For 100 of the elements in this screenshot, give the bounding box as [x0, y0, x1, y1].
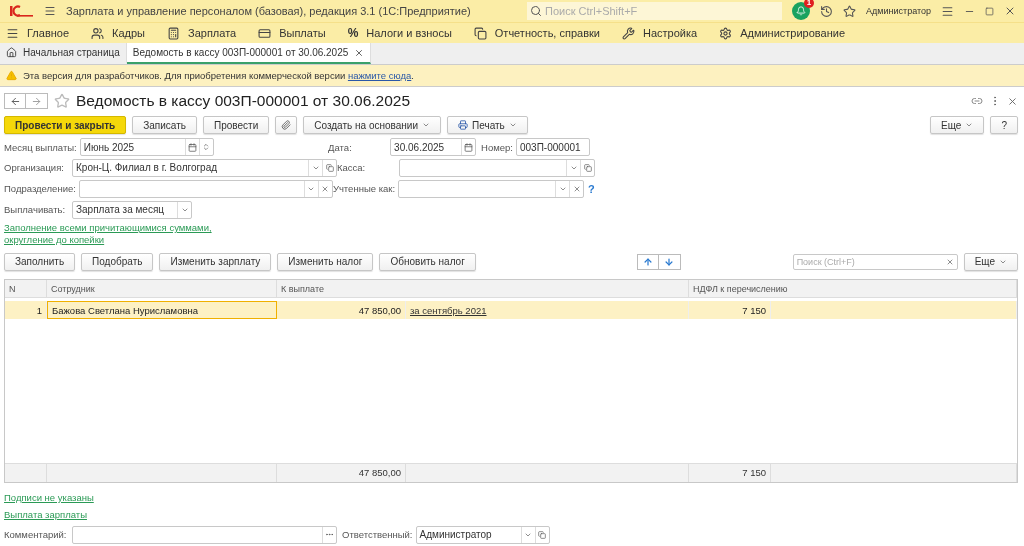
input-field[interactable]: 30.06.2025	[390, 138, 477, 157]
field-label: Касса:	[337, 162, 367, 174]
document-title: Ведомость в кассу 003П-000001 от 30.06.2025	[76, 92, 412, 111]
more-button[interactable]: Еще	[963, 252, 1018, 271]
help-button[interactable]: ?	[990, 116, 1018, 135]
clear-icon[interactable]	[572, 184, 581, 193]
gear-icon	[719, 26, 733, 40]
section-link[interactable]: Выплаты	[258, 26, 326, 40]
period-link[interactable]: за сентябрь 2021	[410, 304, 487, 316]
section-link[interactable]: Главное	[6, 26, 70, 40]
footer-link[interactable]: Выплата зарплаты	[4, 509, 87, 521]
open-icon[interactable]	[538, 530, 546, 539]
input-field[interactable]	[398, 179, 585, 198]
input-field[interactable]	[78, 179, 333, 198]
fill-link[interactable]: Заполнение всеми причитающимися суммами, округление до копейки	[4, 222, 254, 247]
input-field[interactable]: Администратор	[415, 525, 550, 544]
toolbar-button[interactable]: Записать	[132, 116, 197, 135]
table-button[interactable]: Обновить налог	[379, 252, 476, 271]
attach-button[interactable]	[275, 116, 298, 135]
section-link[interactable]: Отчетность, справки	[473, 26, 600, 40]
table-button[interactable]: Изменить зарплату	[159, 252, 272, 271]
close-icon[interactable]	[1004, 5, 1016, 17]
table-cell: 7 150	[689, 301, 771, 320]
table-cell: 47 850,00	[277, 301, 406, 320]
print-button[interactable]: Печать	[447, 116, 528, 135]
search-icon	[530, 5, 543, 17]
table-search-field[interactable]: Поиск (Ctrl+F)	[792, 253, 958, 270]
section-link[interactable]: % Налоги и взносы	[347, 26, 452, 40]
input-field[interactable]	[399, 159, 595, 177]
dropdown-icon[interactable]	[569, 164, 578, 172]
field-label: Номер:	[481, 141, 514, 153]
field-label: Выплачивать:	[4, 204, 67, 216]
forward-arrow-icon	[31, 95, 42, 107]
move-up-button[interactable]	[636, 253, 659, 270]
menu-icon[interactable]	[941, 4, 954, 18]
column-header[interactable]: К выплате	[277, 280, 689, 299]
post-and-close-button[interactable]: Провести и закрыть	[4, 116, 127, 135]
table-cell[interactable]: Бажова Светлана Нурисламовна	[47, 301, 277, 320]
table-button[interactable]: Изменить налог	[277, 252, 374, 271]
create-based-on-button[interactable]: Создать на основании	[303, 116, 441, 135]
field-label: Дата:	[328, 141, 353, 153]
tab[interactable]: Начальная страница	[0, 43, 127, 64]
footer-link[interactable]: Подписи не указаны	[4, 491, 94, 503]
table-button[interactable]: Заполнить	[4, 252, 76, 271]
warning-icon	[6, 70, 17, 81]
table-button[interactable]: Подобрать	[81, 252, 154, 271]
field-label: Ответственный:	[342, 529, 414, 541]
column-header[interactable]: НДФЛ к перечислению	[689, 280, 1017, 299]
table-cell: 1	[5, 301, 47, 320]
section-link[interactable]: Администрирование	[719, 26, 846, 40]
spinner-icon[interactable]	[202, 143, 211, 152]
favorite-icon[interactable]	[54, 93, 70, 110]
field-label: Комментарий:	[4, 529, 68, 541]
input-field[interactable]: 003П-000001	[516, 138, 590, 157]
menu-icon[interactable]	[44, 5, 56, 17]
toolbar-button[interactable]: Провести	[203, 116, 270, 135]
section-link[interactable]: Зарплата	[167, 26, 237, 40]
column-header[interactable]: N	[5, 280, 47, 299]
total-cell: 7 150	[689, 462, 771, 482]
window-title: Зарплата и управление персоналом (базовая), редакция 3.1 (1С:Предприятие)	[66, 5, 472, 17]
printer-icon	[458, 120, 468, 131]
dropdown-icon[interactable]	[311, 164, 320, 172]
column-header[interactable]: Сотрудник	[47, 280, 277, 299]
paperclip-icon	[281, 120, 292, 131]
input-field[interactable]: Июнь 2025	[79, 138, 214, 157]
calendar-icon[interactable]	[187, 142, 197, 152]
search-field[interactable]: Поиск Ctrl+Shift+F	[527, 2, 783, 20]
forward-button[interactable]	[26, 93, 48, 110]
open-icon[interactable]	[583, 164, 592, 172]
footer-cell	[5, 462, 47, 482]
clear-icon[interactable]	[945, 257, 954, 266]
open-icon[interactable]	[325, 164, 334, 172]
documents-icon	[473, 26, 487, 40]
close-icon[interactable]	[1007, 95, 1018, 107]
menu-icon	[6, 26, 19, 40]
user-name[interactable]: Администратор	[866, 6, 931, 16]
wrench-icon	[622, 26, 635, 40]
field-label: Организация:	[4, 162, 65, 174]
input-field[interactable]: Зарплата за месяц	[72, 200, 192, 219]
field-label: Месяц выплаты:	[4, 141, 78, 153]
clear-icon[interactable]	[321, 184, 330, 193]
move-down-button[interactable]	[658, 253, 681, 270]
star-icon[interactable]	[843, 4, 857, 18]
up-arrow-icon	[642, 256, 653, 267]
input-field[interactable]	[72, 525, 337, 544]
back-button[interactable]	[4, 93, 26, 110]
notifications-button[interactable]: 1	[792, 2, 811, 20]
history-icon[interactable]	[820, 4, 834, 18]
tab[interactable]: Ведомость в кассу 003П-000001 от 30.06.2025	[126, 43, 372, 64]
section-link[interactable]: Кадры	[91, 26, 145, 40]
input-field[interactable]: Крон-Ц. Филиал в г. Волгоград	[72, 159, 337, 177]
down-arrow-icon	[664, 256, 675, 267]
help-hint[interactable]: ?	[588, 182, 595, 195]
bell-icon	[796, 6, 807, 16]
calendar-icon[interactable]	[464, 142, 474, 152]
restore-icon[interactable]	[985, 6, 994, 16]
more-button[interactable]: Еще	[930, 116, 985, 135]
close-icon[interactable]	[354, 47, 365, 58]
back-arrow-icon	[9, 95, 21, 107]
section-link[interactable]: Настройка	[622, 26, 698, 40]
